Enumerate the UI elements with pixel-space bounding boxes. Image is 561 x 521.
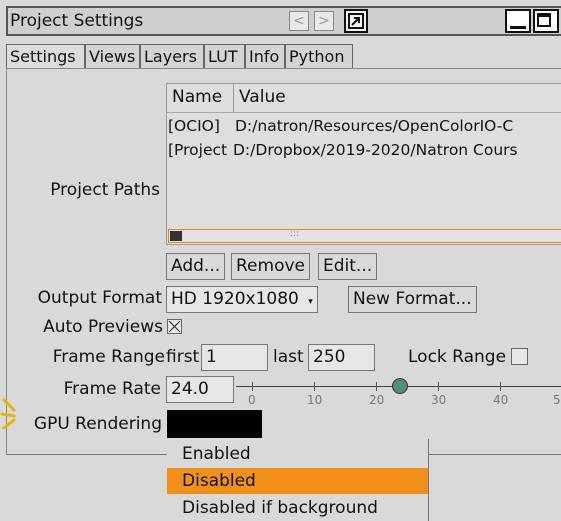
minimize-icon [510, 26, 526, 29]
minimize-button[interactable] [505, 9, 531, 33]
table-cell-name: [Project [168, 141, 228, 159]
frame-rate-input[interactable]: 24.0 [166, 376, 234, 403]
column-header-value[interactable]: Value [239, 87, 286, 107]
slider-tick-label: 10 [307, 393, 323, 407]
next-button[interactable]: > [314, 11, 334, 31]
checkbox-x-icon [168, 320, 181, 333]
project-settings-window: Project Settings < > Settings Views Laye… [0, 0, 561, 521]
float-window-button[interactable] [344, 9, 368, 33]
maximize-icon [537, 13, 551, 27]
remove-path-button[interactable]: Remove [231, 253, 310, 280]
chevron-right-icon: > [318, 13, 330, 29]
frame-rate-label: Frame Rate [63, 379, 161, 399]
slider-tick-label: 0 [248, 393, 256, 407]
auto-previews-checkbox[interactable] [167, 319, 182, 334]
window-title: Project Settings [10, 11, 144, 31]
chevron-left-icon: < [293, 13, 305, 29]
edit-path-button[interactable]: Edit... [318, 253, 378, 280]
project-paths-label: Project Paths [50, 180, 160, 200]
scroll-left-icon[interactable] [170, 231, 182, 241]
table-row[interactable]: [OCIO] D:/natron/Resources/OpenColorIO-C [167, 117, 561, 139]
gpu-rendering-label: GPU Rendering [33, 414, 162, 434]
header-divider [167, 112, 561, 113]
table-cell-value: D:/natron/Resources/OpenColorIO-C [235, 117, 514, 135]
slider-tick [314, 382, 315, 391]
menu-item-enabled[interactable]: Enabled [167, 441, 428, 467]
first-frame-label: first [166, 347, 200, 367]
slider-tick-label: 20 [369, 393, 385, 407]
lock-range-checkbox[interactable] [511, 348, 528, 365]
tab-python[interactable]: Python [285, 44, 353, 69]
slider-tick-label: 30 [431, 393, 447, 407]
frame-rate-slider-handle[interactable] [392, 378, 408, 394]
tab-lut[interactable]: LUT [204, 44, 245, 69]
slider-tick [500, 382, 501, 391]
output-format-dropdown[interactable]: HD 1920x1080 ▾ [166, 286, 318, 313]
frame-range-label: Frame Range [52, 347, 165, 367]
horizontal-scrollbar[interactable] [168, 229, 561, 243]
slider-tick-label: 5 [553, 393, 561, 407]
tab-info[interactable]: Info [245, 44, 285, 69]
gpu-rendering-dropdown[interactable] [167, 410, 262, 438]
auto-previews-label: Auto Previews [43, 317, 163, 337]
menu-item-disabled-if-background[interactable]: Disabled if background [167, 495, 428, 521]
scroll-grip-icon: ::: [290, 229, 300, 239]
float-window-icon [348, 13, 364, 29]
project-paths-table[interactable] [166, 83, 561, 245]
slider-tick [252, 382, 253, 391]
new-format-button[interactable]: New Format... [348, 286, 477, 313]
tab-views[interactable]: Views [85, 44, 140, 69]
column-header-name[interactable]: Name [172, 87, 222, 107]
lock-range-label: Lock Range [408, 347, 507, 367]
slider-tick [438, 382, 439, 391]
table-cell-value: D:/Dropbox/2019-2020/Natron Cours [233, 141, 518, 159]
output-format-value: HD 1920x1080 [171, 289, 299, 309]
menu-item-disabled[interactable]: Disabled [167, 468, 428, 494]
tab-settings[interactable]: Settings [6, 44, 85, 69]
add-path-button[interactable]: Add... [166, 253, 226, 280]
maximize-button[interactable] [533, 9, 559, 33]
first-frame-input[interactable]: 1 [201, 344, 268, 371]
previous-button[interactable]: < [289, 11, 309, 31]
output-format-label: Output Format [37, 288, 162, 308]
slider-tick [376, 382, 377, 391]
tab-layers[interactable]: Layers [140, 44, 204, 69]
last-frame-input[interactable]: 250 [308, 344, 375, 371]
column-divider [233, 84, 234, 112]
slider-tick-label: 40 [493, 393, 509, 407]
caret-down-icon: ▾ [308, 297, 313, 307]
last-frame-label: last [273, 347, 304, 367]
table-cell-name: [OCIO] [168, 117, 220, 135]
table-row[interactable]: [Project D:/Dropbox/2019-2020/Natron Cou… [167, 141, 561, 163]
